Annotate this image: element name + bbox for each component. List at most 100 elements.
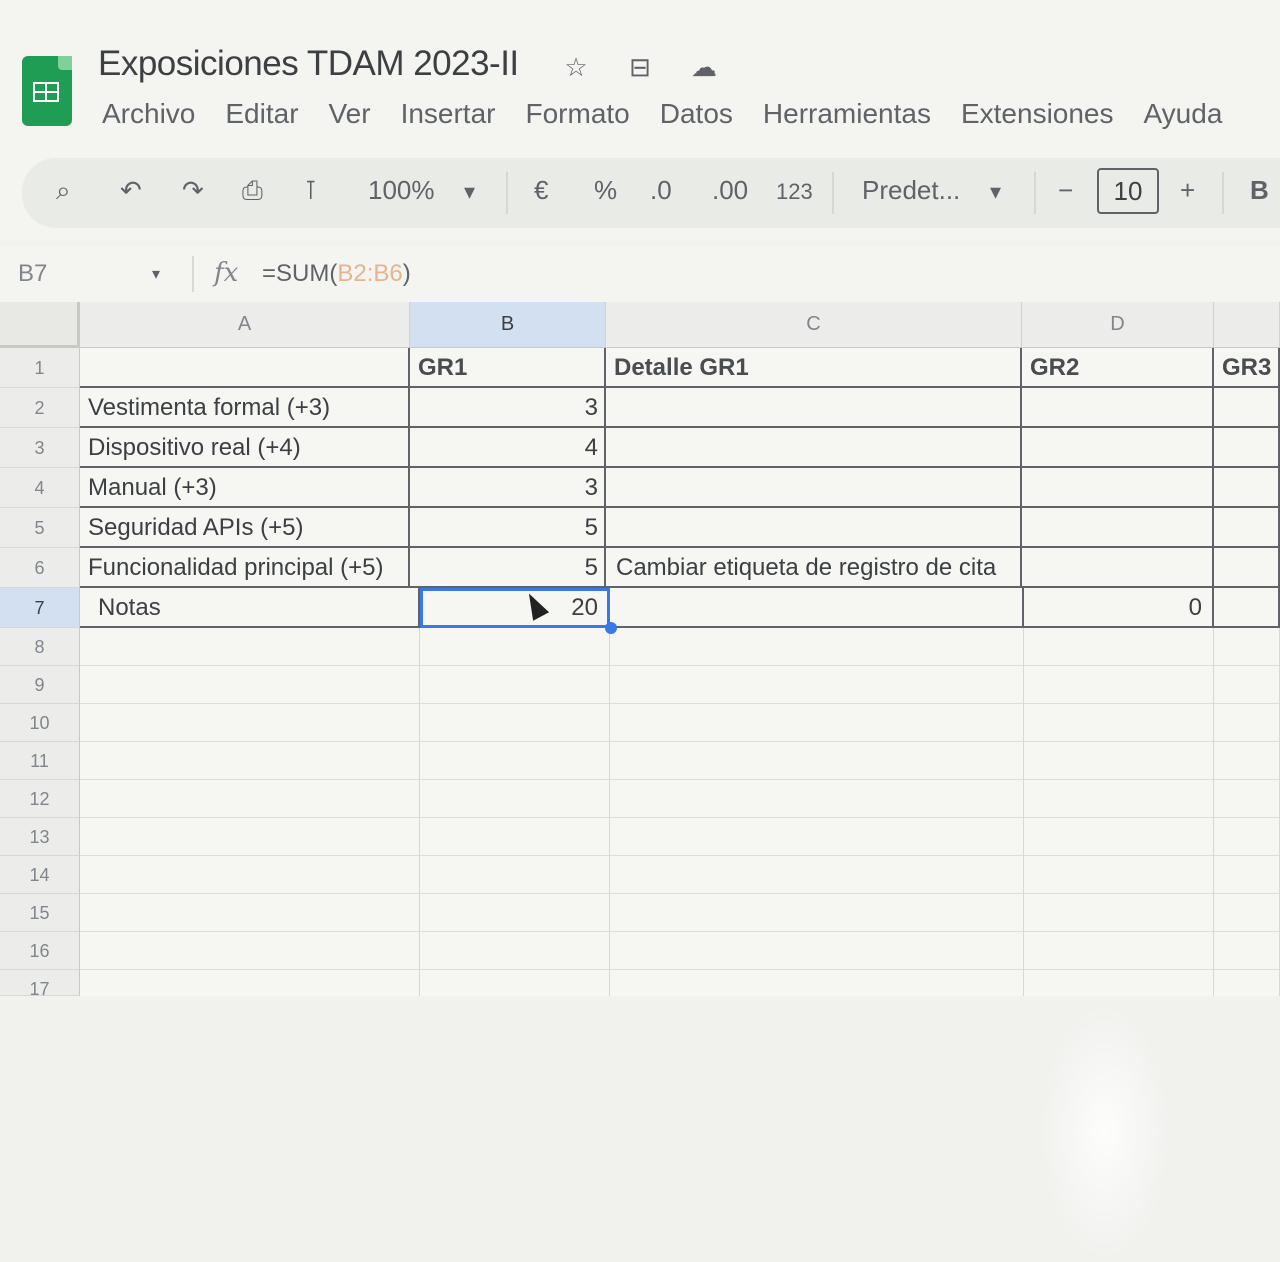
decrease-font-size-button[interactable]: − [1058,175,1073,206]
name-box[interactable]: B7 [18,260,47,288]
undo-icon[interactable]: ↶ [120,175,142,206]
toolbar: ⌕ ↶ ↷ ⎙ ⊺ 100% ▾ € % .0 .00 123 Predet..… [22,158,1280,228]
menu-herramientas[interactable]: Herramientas [763,98,931,130]
cell-b4[interactable]: 3 [410,468,606,508]
cell-a7[interactable]: Notas [80,588,420,628]
font-size-input[interactable]: 10 [1097,168,1159,214]
cell-b2[interactable]: 3 [410,388,606,428]
row-header-14[interactable]: 14 [0,856,80,894]
row-header-3[interactable]: 3 [0,428,80,468]
cell-b7[interactable]: 20 [420,588,610,628]
cell-d5[interactable] [1022,508,1214,548]
cell-e3[interactable] [1214,428,1280,468]
print-icon[interactable]: ⎙ [242,175,263,207]
cell-a1[interactable] [80,348,410,388]
empty-cells-col-e[interactable] [1214,628,1280,996]
row-header-9[interactable]: 9 [0,666,80,704]
menu-ayuda[interactable]: Ayuda [1144,98,1223,130]
redo-icon[interactable]: ↷ [182,175,204,206]
decrease-decimal-button[interactable]: .0 [650,175,672,206]
row-header-13[interactable]: 13 [0,818,80,856]
cell-b1[interactable]: GR1 [410,348,606,388]
row-header-1[interactable]: 1 [0,348,80,388]
cell-e4[interactable] [1214,468,1280,508]
menu-ver[interactable]: Ver [329,98,371,130]
row-header-7[interactable]: 7 [0,588,80,628]
select-all-corner[interactable] [0,302,80,348]
cell-c5[interactable] [606,508,1022,548]
column-header-d[interactable]: D [1022,302,1214,348]
column-header-b[interactable]: B [410,302,606,348]
fill-handle[interactable] [605,622,617,634]
cell-a6[interactable]: Funcionalidad principal (+5) [80,548,410,588]
column-header-c[interactable]: C [606,302,1022,348]
menu-extensiones[interactable]: Extensiones [961,98,1114,130]
cell-a3[interactable]: Dispositivo real (+4) [80,428,410,468]
cell-b5[interactable]: 5 [410,508,606,548]
cloud-status-icon[interactable]: ☁ [686,52,722,83]
font-dropdown-icon[interactable]: ▾ [990,179,1001,205]
zoom-select[interactable]: 100% [368,175,435,206]
row-header-16[interactable]: 16 [0,932,80,970]
document-title[interactable]: Exposiciones TDAM 2023-II [98,44,519,84]
bold-button[interactable]: B [1250,175,1269,206]
cell-c2[interactable] [606,388,1022,428]
menu-editar[interactable]: Editar [225,98,298,130]
cell-c7[interactable] [610,588,1024,628]
cell-d7[interactable]: 0 [1024,588,1214,628]
column-header-a[interactable]: A [80,302,410,348]
search-icon[interactable]: ⌕ [56,175,71,207]
cell-d2[interactable] [1022,388,1214,428]
increase-decimal-button[interactable]: .00 [712,175,748,206]
cell-d1[interactable]: GR2 [1022,348,1214,388]
name-box-dropdown-icon[interactable]: ▾ [152,264,160,284]
empty-cells-col-c[interactable] [610,628,1024,996]
cell-e5[interactable] [1214,508,1280,548]
cell-c3[interactable] [606,428,1022,468]
row-header-11[interactable]: 11 [0,742,80,780]
number-format-button[interactable]: 123 [776,179,813,205]
row-header-5[interactable]: 5 [0,508,80,548]
empty-cells-col-a[interactable] [80,628,420,996]
cell-a5[interactable]: Seguridad APIs (+5) [80,508,410,548]
menu-insertar[interactable]: Insertar [401,98,496,130]
row-header-4[interactable]: 4 [0,468,80,508]
increase-font-size-button[interactable]: + [1180,175,1195,206]
cell-a4[interactable]: Manual (+3) [80,468,410,508]
cell-d3[interactable] [1022,428,1214,468]
row-header-8[interactable]: 8 [0,628,80,666]
cell-a2[interactable]: Vestimenta formal (+3) [80,388,410,428]
formula-input[interactable]: =SUM(B2:B6) [262,260,411,288]
currency-format-button[interactable]: € [534,175,548,206]
column-header-e[interactable] [1214,302,1280,348]
percent-format-button[interactable]: % [594,175,617,206]
row-header-2[interactable]: 2 [0,388,80,428]
row-header-15[interactable]: 15 [0,894,80,932]
paint-format-icon[interactable]: ⊺ [304,175,318,206]
cell-e1[interactable]: GR3 [1214,348,1280,388]
cell-c4[interactable] [606,468,1022,508]
menu-datos[interactable]: Datos [660,98,733,130]
cell-e6[interactable] [1214,548,1280,588]
sheets-logo-icon[interactable] [22,56,72,126]
cell-b6[interactable]: 5 [410,548,606,588]
menu-archivo[interactable]: Archivo [102,98,195,130]
font-select[interactable]: Predet... [862,175,960,206]
cell-d4[interactable] [1022,468,1214,508]
cell-c6[interactable]: Cambiar etiqueta de registro de cita [606,548,1022,588]
cell-c1[interactable]: Detalle GR1 [606,348,1022,388]
star-icon[interactable]: ☆ [558,52,594,83]
zoom-dropdown-icon[interactable]: ▾ [464,179,475,205]
move-to-folder-icon[interactable]: ⊟ [622,52,658,83]
empty-cells-col-b[interactable] [420,628,610,996]
cell-e7[interactable] [1214,588,1280,628]
row-header-12[interactable]: 12 [0,780,80,818]
cell-d6[interactable] [1022,548,1214,588]
row-header-6[interactable]: 6 [0,548,80,588]
row-header-17[interactable]: 17 [0,970,80,999]
row-header-10[interactable]: 10 [0,704,80,742]
menu-formato[interactable]: Formato [526,98,630,130]
cell-b3[interactable]: 4 [410,428,606,468]
cell-e2[interactable] [1214,388,1280,428]
empty-cells-col-d[interactable] [1024,628,1214,996]
